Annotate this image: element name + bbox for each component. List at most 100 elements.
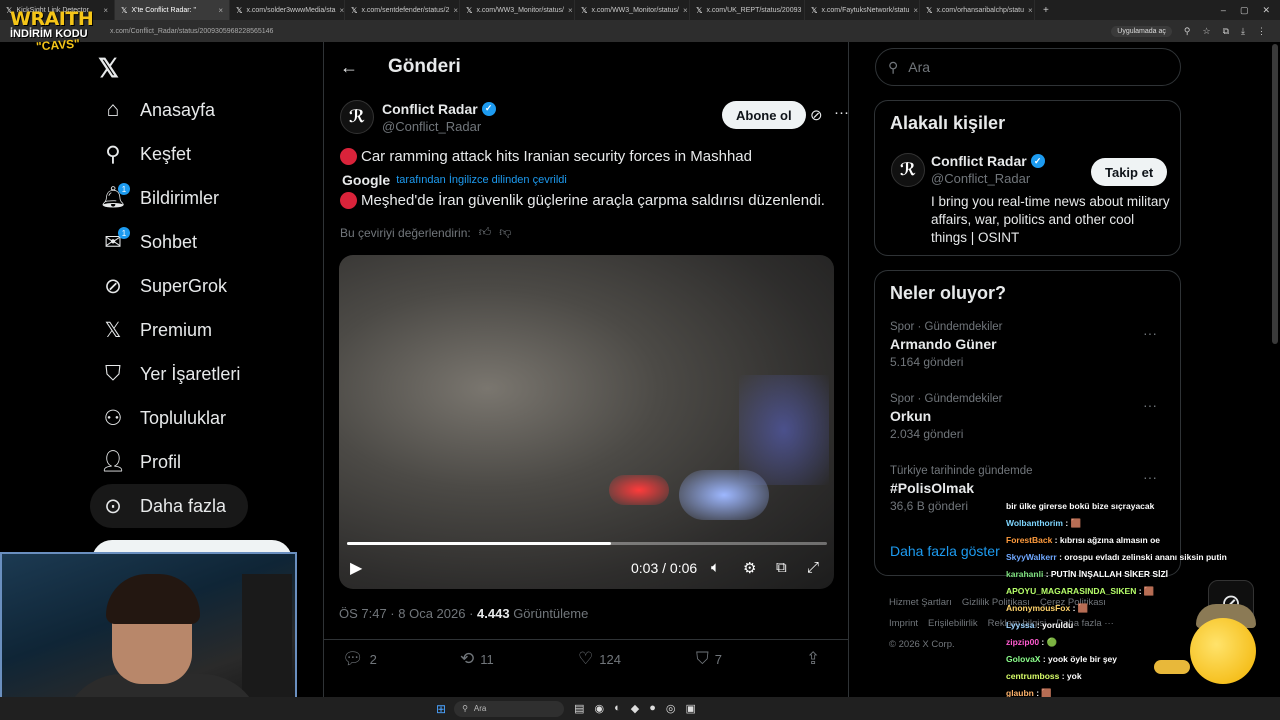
follow-button[interactable]: Takip et	[1091, 158, 1168, 186]
trend-item[interactable]: Spor · Gündemdekiler Orkun 2.034 gönderi	[890, 393, 1170, 441]
share-button[interactable]: ⇪	[806, 649, 820, 669]
extensions-icon[interactable]: ⧉	[1223, 26, 1229, 37]
nav-item[interactable]: ⚲ Keşfet	[90, 132, 248, 176]
page-scrollbar[interactable]	[1272, 44, 1278, 344]
video-player[interactable]: ▶ 0:03 / 0:06 🔈︎ ⚙ ⧉ ⤢	[339, 255, 834, 589]
close-window-icon[interactable]: ✕	[1262, 5, 1270, 16]
close-tab-icon[interactable]: ×	[913, 6, 918, 15]
nav-item[interactable]: 👤︎ Profil	[90, 440, 248, 484]
related-user-handle[interactable]: @Conflict_Radar	[931, 171, 1045, 186]
browser-tab[interactable]: 𝕏x.com/FaytuksNetwork/statu ×	[805, 0, 920, 20]
chat-username[interactable]: karahanli	[1006, 569, 1043, 579]
back-arrow-icon[interactable]: ←	[340, 57, 370, 78]
nav-item[interactable]: ⌂ Anasayfa	[90, 88, 248, 132]
more-options-icon[interactable]: ···	[834, 104, 849, 121]
chat-message: bir ülke girerse bokü bize sıçrayacak	[1006, 498, 1258, 515]
maximize-icon[interactable]: ▢	[1240, 5, 1249, 16]
play-icon[interactable]: ▶	[350, 558, 362, 578]
footer-link[interactable]: Hizmet Şartları	[889, 597, 952, 608]
post-timestamp[interactable]: ÖS 7:47 · 8 Oca 2026 ·	[339, 606, 477, 621]
chrome-icon[interactable]: ◉	[594, 702, 604, 715]
like-button[interactable]: ♡ 124	[578, 649, 696, 669]
red-circle-icon	[340, 148, 357, 165]
chat-username[interactable]: centrumboss	[1006, 671, 1059, 681]
chat-username[interactable]: Lyyssa	[1006, 620, 1035, 630]
nav-item[interactable]: ⚇ Topluluklar	[90, 396, 248, 440]
footer-link[interactable]: Imprint	[889, 618, 918, 629]
nav-item[interactable]: ⊘ SuperGrok	[90, 264, 248, 308]
fullscreen-icon[interactable]: ⤢	[807, 559, 819, 576]
browser-tab[interactable]: 𝕏x.com/WW3_Monitor/status/ ×	[575, 0, 690, 20]
trend-more-icon[interactable]: ···	[1143, 325, 1157, 341]
menu-icon[interactable]: ⋮	[1257, 26, 1266, 37]
related-user-avatar[interactable]: ℛ	[891, 153, 925, 187]
browser-tab-bar: 𝕏 KickSight Link Detector × 𝕏 X'te Conflict …	[0, 0, 1280, 20]
close-tab-icon[interactable]: ×	[1028, 6, 1033, 15]
edge-icon[interactable]: ◐	[614, 702, 621, 715]
bookmark-button[interactable]: ⛉ 7	[696, 649, 806, 669]
minimize-icon[interactable]: –	[1221, 5, 1226, 16]
trend-more-icon[interactable]: ···	[1143, 397, 1157, 413]
chat-username[interactable]: AnonymousFox	[1006, 603, 1070, 613]
browser-tab[interactable]: 𝕏x.com/UK_REPT/status/20093×	[690, 0, 805, 20]
nav-item[interactable]: ✉ 1 Sohbet	[90, 220, 248, 264]
zoom-icon[interactable]: ⚲	[1184, 26, 1191, 37]
browser-tab[interactable]: 𝕏x.com/orhansaribalchp/statu ×	[920, 0, 1035, 20]
grok-icon[interactable]: ⊘	[810, 106, 823, 124]
repost-button[interactable]: ⟲ 11	[460, 649, 578, 669]
related-user[interactable]: ℛ Conflict Radar ✓ @Conflict_Radar	[891, 153, 1045, 187]
author-avatar[interactable]: ℛ	[340, 100, 374, 134]
chat-username[interactable]: SkyyWalkerr	[1006, 552, 1057, 562]
close-tab-icon[interactable]: ×	[683, 6, 688, 15]
nav-item[interactable]: 🔔︎ 1 Bildirimler	[90, 176, 248, 220]
settings-icon[interactable]: ⚙	[743, 559, 756, 577]
obs-icon[interactable]: ●	[649, 702, 656, 715]
star-icon[interactable]: ☆	[1203, 26, 1211, 37]
browser-tab[interactable]: 𝕏x.com/WW3_Monitor/status/ ×	[460, 0, 575, 20]
thumbs-down-icon[interactable]: 👎︎	[499, 225, 511, 240]
volume-icon[interactable]: 🔈︎	[711, 559, 720, 576]
chat-username[interactable]: APOYU_MAGARASINDA_SIKEN	[1006, 586, 1136, 596]
nav-item[interactable]: 𝕏 Premium	[90, 308, 248, 352]
spotify-icon[interactable]: ◎	[666, 702, 676, 715]
footer-link[interactable]: Erişilebilirlik	[928, 618, 978, 629]
download-icon[interactable]: ⤓	[1241, 26, 1245, 37]
discord-icon[interactable]: ◆	[631, 702, 639, 715]
video-timecode: 0:03 / 0:06	[631, 560, 698, 576]
app-icon[interactable]: ▣	[685, 702, 695, 715]
trend-more-icon[interactable]: ···	[1143, 469, 1157, 485]
file-explorer-icon[interactable]: ▤	[574, 702, 584, 715]
close-tab-icon[interactable]: ×	[453, 6, 458, 15]
author-name[interactable]: Conflict Radar	[382, 101, 478, 117]
nav-item[interactable]: ⛉ Yer İşaretleri	[90, 352, 248, 396]
chat-username[interactable]: GolovaX	[1006, 654, 1040, 664]
browser-tab[interactable]: 𝕏x.com/solder3wwwMedia/sta ×	[230, 0, 345, 20]
nav-item-label: Yer İşaretleri	[140, 363, 241, 384]
chat-username[interactable]: zipzip00	[1006, 637, 1039, 647]
author-handle[interactable]: @Conflict_Radar	[382, 119, 496, 134]
new-tab-icon[interactable]: +	[1035, 5, 1057, 16]
search-input[interactable]: Ara	[908, 59, 930, 75]
browser-tab[interactable]: 𝕏 X'te Conflict Radar: " ×	[115, 0, 230, 20]
chat-username[interactable]: ForestBack	[1006, 535, 1052, 545]
nav-item[interactable]: ⊙ Daha fazla	[90, 484, 248, 528]
search-box[interactable]: ⚲ Ara	[875, 48, 1181, 86]
chat-username[interactable]: Wolbanthorim	[1006, 518, 1063, 528]
picture-in-picture-icon[interactable]: ⧉	[776, 559, 787, 576]
close-tab-icon[interactable]: ×	[218, 6, 223, 15]
windows-start-icon[interactable]: ⊞	[436, 702, 446, 716]
trend-item[interactable]: Spor · Gündemdekiler Armando Güner 5.164 g…	[890, 321, 1170, 369]
translation-source-link[interactable]: tarafından İngilizce dilinden çevrildi	[396, 174, 567, 186]
taskbar-search[interactable]: ⚲ Ara	[454, 700, 565, 717]
browser-tab[interactable]: 𝕏x.com/sentdefender/status/2 ×	[345, 0, 460, 20]
close-tab-icon[interactable]: ×	[568, 6, 573, 15]
show-more-link[interactable]: Daha fazla göster	[890, 543, 1000, 559]
open-in-app-button[interactable]: Uygulamada aç	[1111, 25, 1172, 37]
video-progress-bar[interactable]	[347, 542, 827, 545]
thumbs-up-icon[interactable]: 👍︎	[479, 225, 492, 240]
subscribe-button[interactable]: Abone ol	[722, 101, 806, 129]
url-text[interactable]: x.com/Conflict_Radar/status/200930596822…	[110, 28, 273, 35]
reply-button[interactable]: 💬︎ 2	[342, 649, 460, 669]
related-user-name[interactable]: Conflict Radar	[931, 153, 1027, 169]
close-tab-icon[interactable]: ×	[340, 6, 344, 15]
